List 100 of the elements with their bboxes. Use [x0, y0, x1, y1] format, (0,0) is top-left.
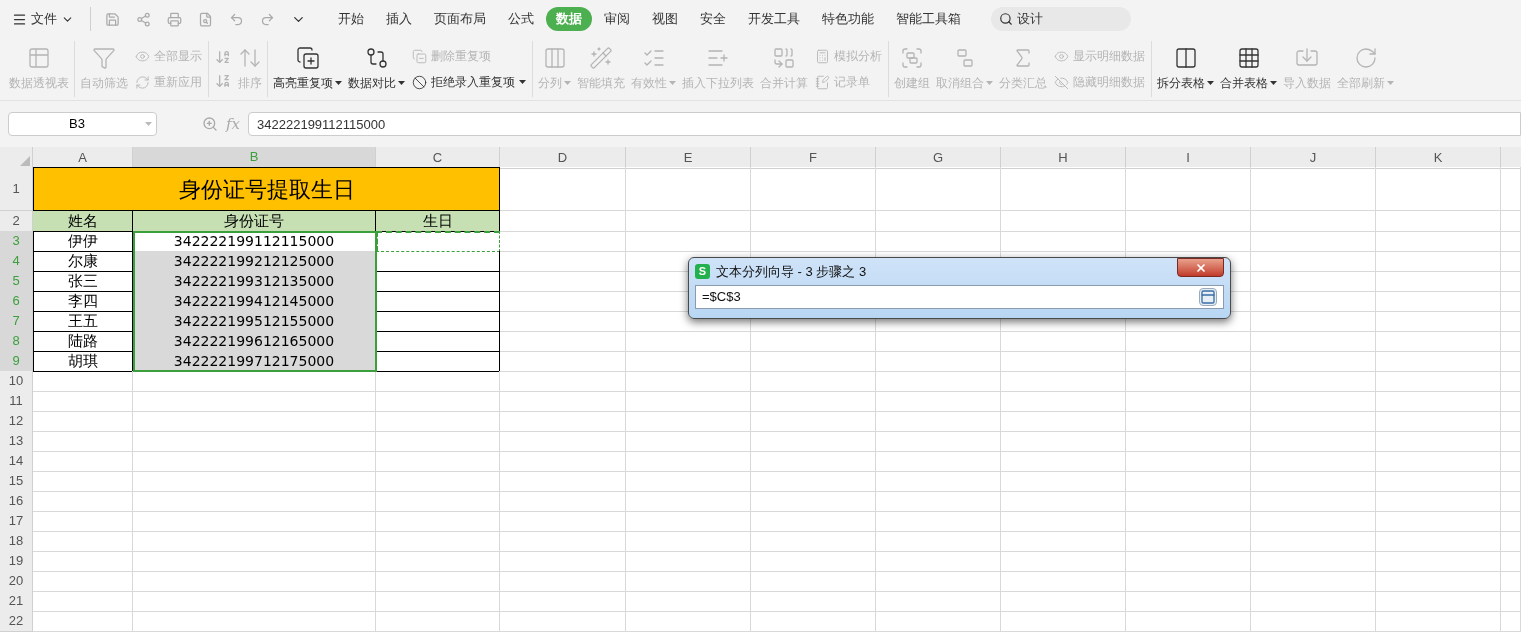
filter-icon	[92, 46, 116, 70]
caret-icon	[1207, 81, 1214, 85]
undo-icon[interactable]	[229, 11, 244, 27]
redo-icon[interactable]	[260, 11, 275, 27]
dialog-title: 文本分列向导 - 3 步骤之 3	[716, 262, 867, 281]
caret-icon	[1270, 81, 1277, 85]
split-columns-icon	[542, 46, 567, 70]
row-header[interactable]: 12	[0, 411, 33, 432]
column-header[interactable]: G	[876, 147, 1001, 169]
row-header[interactable]: 20	[0, 571, 33, 592]
save-icon[interactable]	[105, 11, 120, 27]
ribbon-button[interactable]: 数据对比	[345, 40, 408, 98]
compare-icon	[364, 46, 389, 70]
table-cell: 342222199312135000	[133, 271, 376, 292]
row-header[interactable]: 1	[0, 167, 33, 211]
pivot-table-icon	[27, 46, 51, 70]
record-form-icon	[815, 74, 830, 90]
consolidate-icon	[772, 46, 796, 70]
column-header[interactable]: K	[1376, 147, 1501, 169]
table-cell: 张三	[33, 271, 133, 292]
search-field[interactable]: 设计	[991, 7, 1131, 31]
print-preview-icon[interactable]	[198, 11, 213, 27]
eye-off-icon	[1054, 74, 1069, 90]
reference-field[interactable]: =$C$3	[695, 285, 1224, 309]
search-input[interactable]: 设计	[1017, 9, 1117, 29]
highlight-duplicates-icon	[295, 46, 320, 70]
row-header[interactable]: 15	[0, 471, 33, 492]
row-header[interactable]: 22	[0, 611, 33, 632]
column-header[interactable]: E	[626, 147, 751, 169]
caret-icon	[398, 81, 405, 85]
row-header[interactable]: 10	[0, 371, 33, 392]
empty-cell	[1501, 491, 1521, 512]
split-table-icon	[1173, 46, 1198, 70]
file-menu[interactable]: 文件	[12, 9, 82, 29]
table-cell: 尔康	[33, 251, 133, 272]
menu-tab[interactable]: 开发工具	[738, 7, 810, 31]
table-cell: 342222199712175000	[133, 351, 376, 372]
empty-cell	[1501, 451, 1521, 472]
refresh-icon	[135, 74, 150, 90]
menu-tab[interactable]: 特色功能	[812, 7, 884, 31]
row-header[interactable]: 19	[0, 551, 33, 572]
table-cell: 342222199412145000	[133, 291, 376, 312]
collapse-dialog-icon[interactable]	[1199, 288, 1217, 306]
ribbon-button[interactable]: 合并表格	[1217, 40, 1280, 98]
row-header[interactable]: 11	[0, 391, 33, 412]
menu-tab[interactable]: 视图	[642, 7, 688, 31]
what-if-icon	[815, 48, 830, 64]
select-all-icon[interactable]	[20, 155, 30, 166]
app-logo: S	[695, 264, 710, 279]
name-box[interactable]: B3	[8, 112, 157, 136]
header-cell: 身份证号	[133, 211, 376, 232]
empty-cell	[1501, 271, 1521, 292]
caret-icon	[564, 81, 571, 85]
row-header[interactable]: 2	[0, 211, 33, 232]
ribbon-button[interactable]: 拒绝录入重复项	[408, 71, 530, 93]
menu-tab[interactable]: 安全	[690, 7, 736, 31]
row-header[interactable]: 14	[0, 451, 33, 472]
empty-cell	[1501, 611, 1521, 632]
menu-tab[interactable]: 页面布局	[424, 7, 496, 31]
row-header[interactable]: 17	[0, 511, 33, 532]
merge-table-icon	[1236, 46, 1261, 70]
empty-cell	[1501, 391, 1521, 412]
table-cell: 陆路	[33, 331, 133, 352]
table-cell: 342222199512155000	[133, 311, 376, 332]
caret-icon	[145, 122, 152, 126]
print-icon[interactable]	[167, 11, 182, 27]
column-header[interactable]: D	[500, 147, 626, 169]
menu-tab[interactable]: 审阅	[594, 7, 640, 31]
menu-tab[interactable]: 公式	[498, 7, 544, 31]
menu-tab[interactable]: 开始	[328, 7, 374, 31]
row-header[interactable]: 13	[0, 431, 33, 452]
table-cell: 伊伊	[33, 231, 133, 252]
column-header[interactable]: H	[1001, 147, 1126, 169]
menu-tab[interactable]: 插入	[376, 7, 422, 31]
column-header[interactable]: I	[1126, 147, 1251, 169]
menu-tab[interactable]: 智能工具箱	[886, 7, 971, 31]
column-header[interactable]: J	[1251, 147, 1376, 169]
caret-icon	[519, 80, 526, 84]
table-cell: 342222199612165000	[133, 331, 376, 352]
zoom-icon[interactable]	[202, 116, 218, 132]
formula-field[interactable]: 342222199112115000	[248, 112, 1521, 136]
ribbon-button[interactable]: 拆分表格	[1154, 40, 1217, 98]
empty-cell	[1501, 591, 1521, 612]
empty-cell	[1501, 551, 1521, 572]
row-header[interactable]: 18	[0, 531, 33, 552]
eye-icon	[135, 48, 150, 64]
caret-icon	[669, 81, 676, 85]
empty-cell	[1501, 331, 1521, 352]
ribbon-button[interactable]: 高亮重复项	[270, 40, 345, 98]
close-button[interactable]	[1177, 258, 1224, 277]
row-header[interactable]: 16	[0, 491, 33, 512]
empty-cell	[1501, 471, 1521, 492]
menu-icon	[12, 11, 27, 27]
header-cell: 生日	[376, 211, 500, 232]
empty-cell	[1501, 211, 1521, 232]
close-icon	[1194, 261, 1207, 274]
column-header[interactable]: F	[751, 147, 876, 169]
share-icon[interactable]	[136, 11, 151, 27]
caret-icon	[1387, 81, 1394, 85]
row-header[interactable]: 21	[0, 591, 33, 612]
